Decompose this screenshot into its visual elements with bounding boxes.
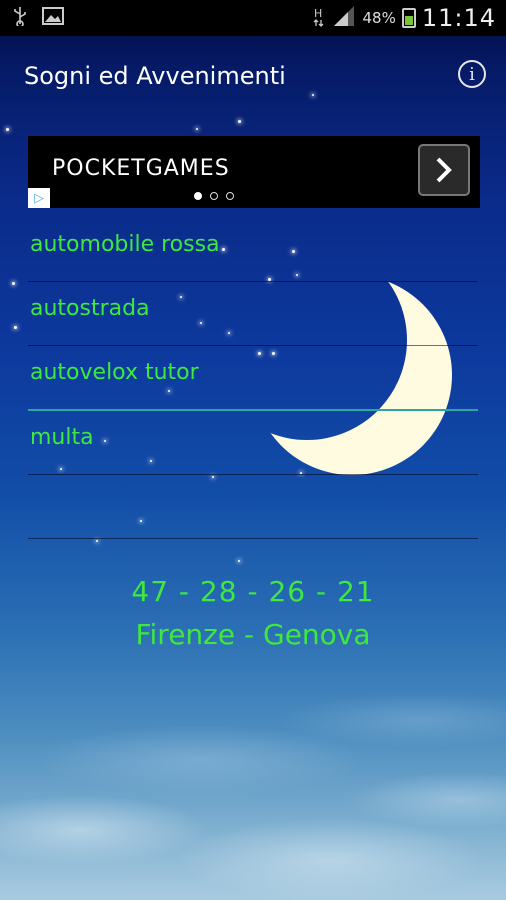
action-bar: Sogni ed Avvenimenti i bbox=[0, 36, 506, 116]
list-item-label: multa bbox=[30, 425, 94, 450]
app-screen: H 48% 11:14 Sogni ed Avvenimenti i POCKE… bbox=[0, 0, 506, 900]
lottery-cities: Firenze - Genova bbox=[135, 618, 371, 651]
image-icon bbox=[42, 6, 64, 30]
star bbox=[12, 282, 15, 285]
list-item-selected[interactable]: autovelox tutor bbox=[28, 346, 478, 411]
list-item[interactable]: autostrada bbox=[28, 282, 478, 346]
list-item-label: autovelox tutor bbox=[30, 360, 199, 385]
star bbox=[6, 128, 9, 131]
ad-choices-icon[interactable]: ▷ bbox=[28, 188, 50, 208]
signal-icon bbox=[332, 5, 356, 32]
usb-icon bbox=[12, 6, 28, 31]
ad-pager bbox=[194, 192, 234, 200]
lottery-numbers: 47 - 28 - 26 - 21 bbox=[131, 575, 375, 608]
ad-pager-dot bbox=[194, 192, 202, 200]
star bbox=[196, 128, 198, 130]
list-item-label: autostrada bbox=[30, 296, 150, 321]
battery-icon bbox=[401, 8, 416, 28]
dream-list: automobile rossa autostrada autovelox tu… bbox=[28, 218, 478, 539]
star bbox=[238, 120, 241, 123]
ad-next-button[interactable] bbox=[418, 144, 470, 196]
svg-text:H: H bbox=[314, 7, 322, 20]
status-time: 11:14 bbox=[421, 4, 496, 32]
ad-banner[interactable]: POCKETGAMES ▷ bbox=[28, 136, 480, 208]
list-item[interactable] bbox=[28, 475, 478, 539]
app-title: Sogni ed Avvenimenti bbox=[24, 62, 286, 90]
info-icon[interactable]: i bbox=[458, 60, 486, 88]
star bbox=[96, 540, 98, 542]
list-item[interactable]: multa bbox=[28, 411, 478, 475]
chevron-right-icon bbox=[436, 157, 452, 183]
ad-pager-dot bbox=[226, 192, 234, 200]
list-item[interactable]: automobile rossa bbox=[28, 218, 478, 282]
hsdpa-icon: H bbox=[312, 5, 326, 32]
status-bar: H 48% 11:14 bbox=[0, 0, 506, 36]
star bbox=[238, 560, 240, 562]
battery-percent: 48% bbox=[362, 9, 396, 27]
list-item-label: automobile rossa bbox=[30, 232, 220, 257]
ad-pager-dot bbox=[210, 192, 218, 200]
ad-title[interactable]: POCKETGAMES bbox=[52, 156, 230, 181]
star bbox=[14, 326, 17, 329]
